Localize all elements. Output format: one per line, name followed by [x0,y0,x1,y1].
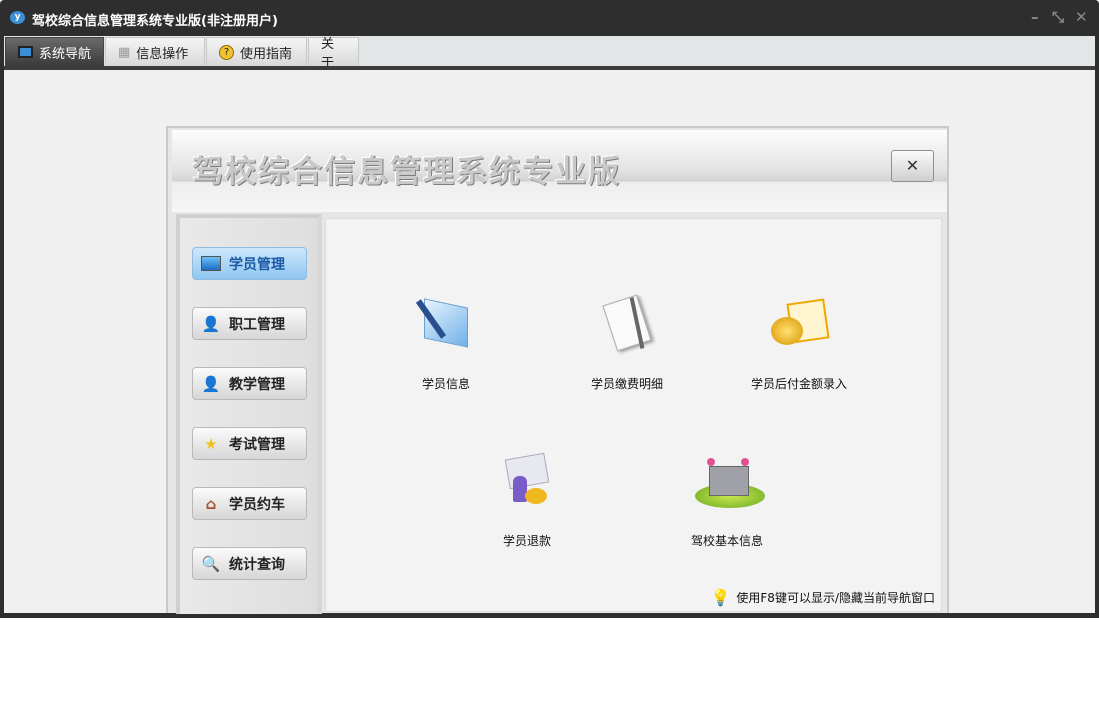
grid-icon: ▦ [118,44,131,60]
tab-bar: 系统导航 ▦ 信息操作 ? 使用指南 关于 [4,36,1095,71]
sidebar-item-booking[interactable]: ⌂ 学员约车 [192,487,307,520]
payment-detail-item[interactable]: 学员缴费明细 [547,293,707,392]
lightbulb-icon: 💡 [710,588,731,607]
window-title: 驾校综合信息管理系统专业版(非注册用户) [32,14,278,29]
item-label: 驾校基本信息 [690,534,763,548]
tip-text: 使用F8键可以显示/隐藏当前导航窗口 [736,591,935,605]
sidebar-item-staff-mgmt[interactable]: 👤 职工管理 [192,307,307,340]
sidebar: 学员管理 👤 职工管理 👤 教学管理 ★ 考试管理 ⌂ 学员约车 🔍 统计查询 [176,214,322,614]
sidebar-label: 教学管理 [229,376,285,393]
search-icon: 🔍 [201,554,221,573]
item-label: 学员信息 [421,377,470,391]
f8-tip: 💡 使用F8键可以显示/隐藏当前导航窗口 [710,588,935,607]
sidebar-label: 职工管理 [229,316,285,333]
person-icon: 👤 [201,314,221,333]
tab-about[interactable]: 关于 [308,37,359,71]
star-icon: ★ [204,434,218,453]
navigation-panel: 驾校综合信息管理系统专业版 ✕ 学员管理 👤 职工管理 👤 教学管理 ★ 考试管理 ⌂… [166,126,949,614]
sidebar-item-statistics[interactable]: 🔍 统计查询 [192,547,307,580]
close-icon[interactable]: ✕ [1075,8,1088,26]
home-icon: ⌂ [205,494,217,513]
item-label: 学员后付金额录入 [750,377,847,391]
title-bar: y 驾校综合信息管理系统专业版(非注册用户) – ⤡ ✕ [0,0,1099,36]
sidebar-item-teaching-mgmt[interactable]: 👤 教学管理 [192,367,307,400]
tab-label: 使用指南 [240,46,293,62]
help-icon: ? [219,44,234,60]
item-label: 学员退款 [502,534,551,548]
sidebar-item-exam-mgmt[interactable]: ★ 考试管理 [192,427,307,460]
sidebar-label: 统计查询 [229,556,285,573]
sidebar-label: 学员管理 [229,256,285,273]
app-logo-icon: y [10,11,25,24]
teacher-icon: 👤 [201,374,221,393]
castle-icon [695,450,765,512]
tab-guide[interactable]: ? 使用指南 [206,37,307,66]
panel-header: 驾校综合信息管理系统专业版 ✕ [172,130,947,212]
coins-card-icon [767,293,831,355]
tab-label: 信息操作 [136,46,189,62]
student-info-item[interactable]: 学员信息 [366,293,526,392]
content-area: 学员信息 学员缴费明细 学员后付金额录入 学员退款 驾校基本信息 💡 使用F8键可… [325,218,942,612]
refund-item[interactable]: 学员退款 [447,450,607,549]
item-label: 学员缴费明细 [590,377,663,391]
monitor-icon [18,46,33,58]
postpay-entry-item[interactable]: 学员后付金额录入 [719,293,879,392]
panel-close-button[interactable]: ✕ [891,150,934,182]
monitor-icon [201,256,221,271]
tab-info-ops[interactable]: ▦ 信息操作 [105,37,205,66]
sidebar-label: 考试管理 [229,436,285,453]
tab-system-nav[interactable]: 系统导航 [5,37,104,66]
document-pen-icon [414,293,478,355]
restore-icon[interactable]: ⤡ [1052,8,1064,26]
panel-title: 驾校综合信息管理系统专业版 [192,154,621,190]
minimize-icon[interactable]: – [1031,8,1039,26]
tab-label: 系统导航 [39,46,92,62]
sidebar-label: 学员约车 [229,496,285,513]
school-info-item[interactable]: 驾校基本信息 [647,450,807,549]
notepad-icon [595,293,659,355]
sidebar-item-student-mgmt[interactable]: 学员管理 [192,247,307,280]
refund-presentation-icon [495,450,559,512]
